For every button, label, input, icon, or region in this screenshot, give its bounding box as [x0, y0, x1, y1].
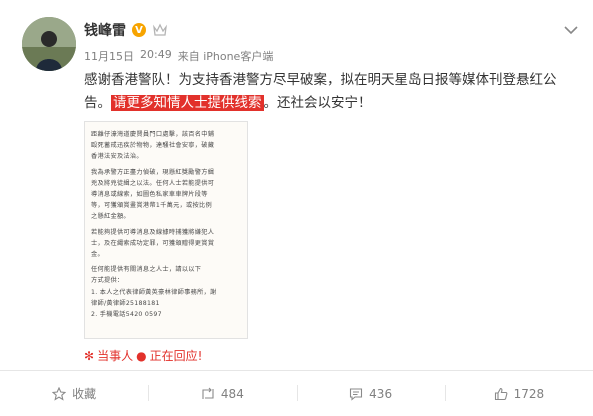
post-source: 来自 iPhone客户端: [177, 50, 274, 63]
like-count: 1728: [513, 386, 545, 401]
document-line: 若能夠提供可導消息及線據時捕獲將嫌犯人: [91, 228, 215, 236]
document-line: 兇及將兇徒緝之以法。任何人士若能提供可: [91, 179, 215, 187]
member-crown-icon[interactable]: [152, 23, 168, 37]
post-text-end: 。还社会以安宁！: [263, 95, 372, 111]
post-author: 钱峰雷 V: [84, 20, 168, 40]
document-line: 律師/黃律師25188181: [91, 299, 160, 307]
reward-notice-image[interactable]: 距離仔濠灣道慶賢員門口處擊，該百名中鋪 毆死蓄戒迅疾於物物，達騷社會安寧，破藏 …: [84, 121, 248, 339]
post-date[interactable]: 11月15日: [84, 48, 134, 64]
document-line: 2. 手機電話5420 0597: [91, 311, 162, 319]
post-text-highlight: 请更多知情人士提供线索: [111, 95, 264, 111]
comment-count: 436: [369, 386, 393, 401]
favorite-button[interactable]: 收藏: [0, 371, 148, 416]
document-line: 方式提供：: [91, 277, 124, 285]
responding-tag[interactable]: ✻ 当事人 ● 正在回应!: [84, 347, 202, 364]
document-line: 毆死蓄戒迅疾於物物，達騷社會安寧，破藏: [91, 142, 215, 150]
more-options-chevron-icon[interactable]: [564, 20, 578, 35]
repost-count: 484: [220, 386, 244, 401]
repost-icon: [202, 387, 214, 399]
dot-icon: ●: [136, 348, 147, 363]
thumbs-up-icon: [494, 387, 507, 400]
action-bar: 收藏 484 436 1728: [0, 371, 593, 416]
verified-badge-icon[interactable]: V: [132, 23, 146, 37]
document-line: 1. 本人之代表律師黃英豪林律師事務所，謝: [91, 288, 217, 296]
like-button[interactable]: 1728: [444, 371, 593, 416]
document-line: 金。: [91, 251, 104, 259]
post-text: 感谢香港警队！为支持香港警方尽早破案，拟在明天星岛日报等媒体刊登悬红公告。 请更多…: [84, 69, 574, 115]
document-line: 距離仔濠灣道慶賢員門口處擊，該百名中鋪: [91, 131, 215, 138]
user-avatar[interactable]: [22, 17, 76, 71]
asterisk-icon: ✻: [84, 348, 95, 363]
responding-tag-suffix: 正在回应!: [149, 349, 203, 363]
document-line: 等，可獲頒賞畫賞港幣1千萬元，或按比例: [91, 202, 213, 210]
document-line: 我為承警方正盡力偵破，現懸紅獎勵警方緝: [91, 168, 215, 176]
responding-tag-prefix: 当事人: [97, 349, 134, 363]
repost-button[interactable]: 484: [148, 371, 296, 416]
document-line: 香港法安及法治。: [91, 153, 143, 161]
comment-button[interactable]: 436: [296, 371, 445, 416]
comment-icon: [350, 387, 363, 401]
post-time[interactable]: 20:49: [140, 48, 172, 64]
star-icon: [52, 386, 67, 401]
document-line: 任何能提供有關消息之人士，請以以下: [91, 266, 202, 274]
username-link[interactable]: 钱峰雷: [84, 20, 126, 40]
post-meta: 11月15日 20:49 来自 iPhone客户端: [84, 48, 273, 64]
document-line: 導消息或線索，如圖色私家車車牌片段等: [91, 191, 208, 199]
favorite-label: 收藏: [72, 387, 97, 401]
document-line: 之懸紅金額。: [91, 213, 130, 221]
weibo-post-card: 钱峰雷 V 11月15日 20:49 来自 iPhone客户端 感谢香港警队！为…: [0, 0, 593, 416]
document-line: 士，及在繩索成功定罪，可獲頒贈得更賞賞: [91, 239, 215, 247]
